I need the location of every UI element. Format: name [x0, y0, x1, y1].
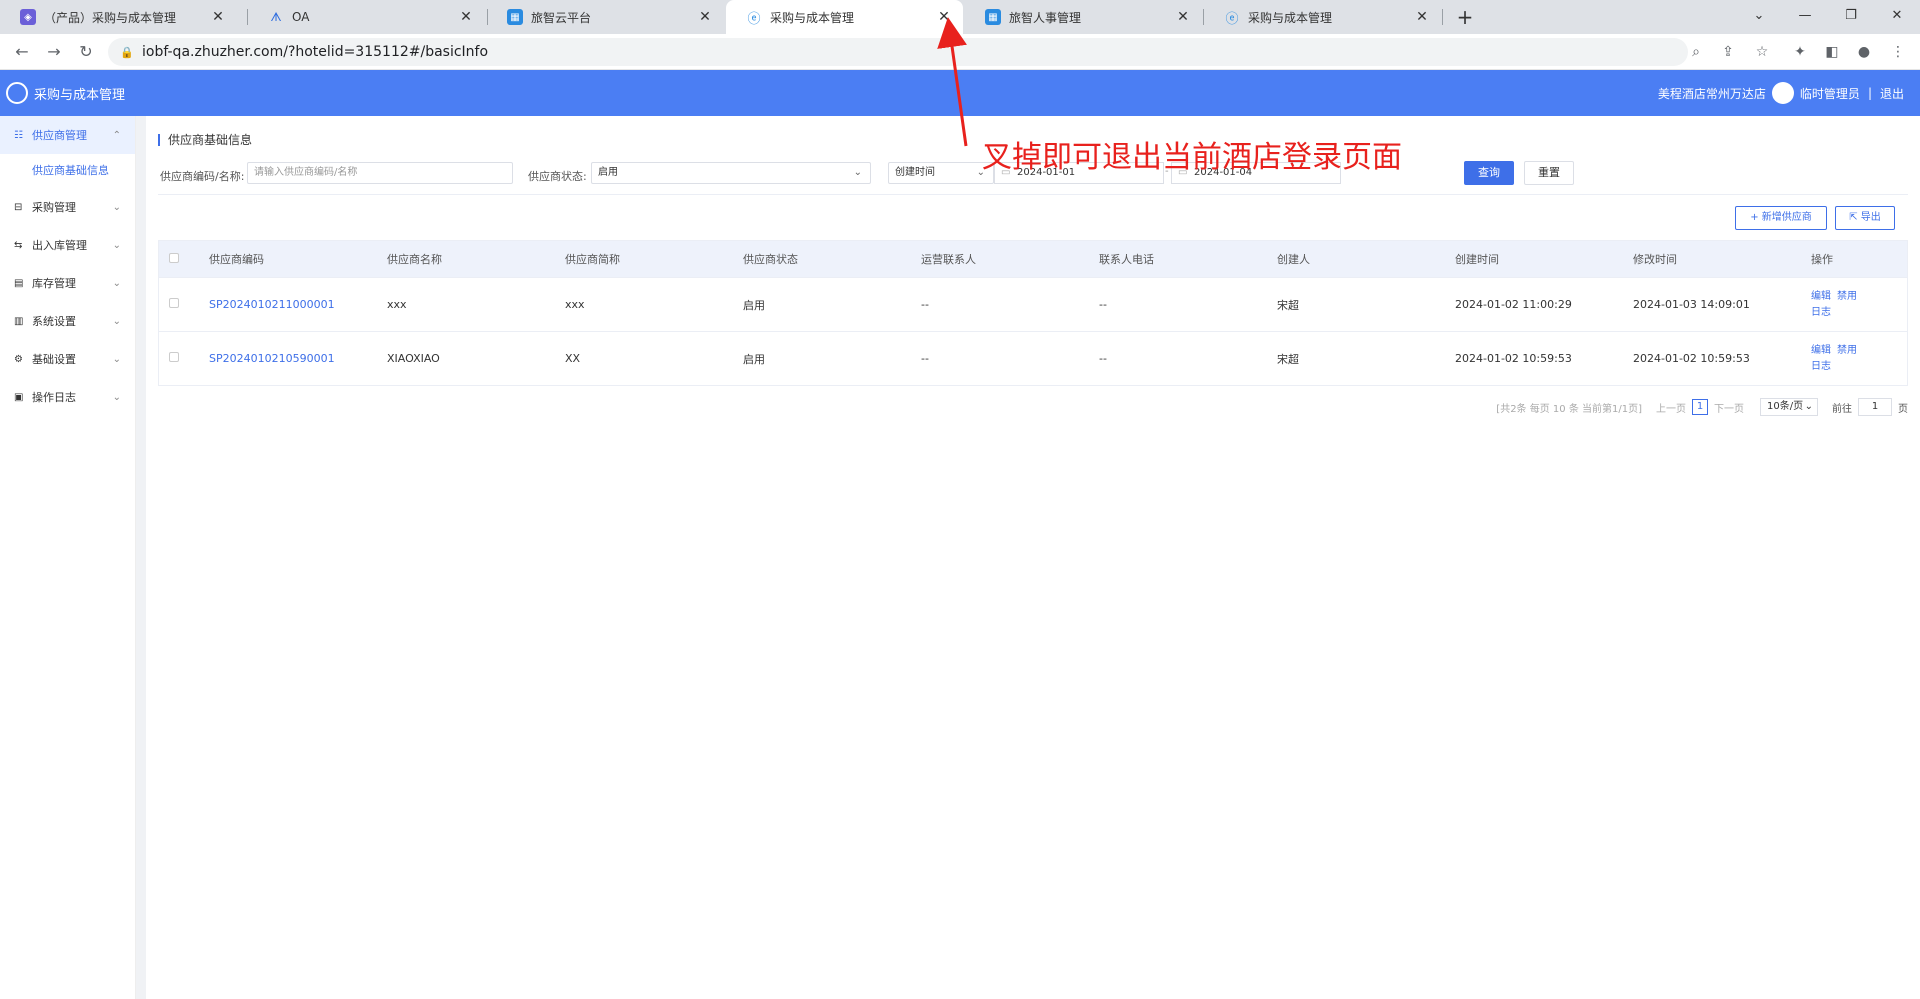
annotation-text: 叉掉即可退出当前酒店登录页面 — [982, 140, 1402, 175]
annotation-arrow-line — [937, 17, 968, 147]
annotation-arrow — [937, 17, 968, 147]
